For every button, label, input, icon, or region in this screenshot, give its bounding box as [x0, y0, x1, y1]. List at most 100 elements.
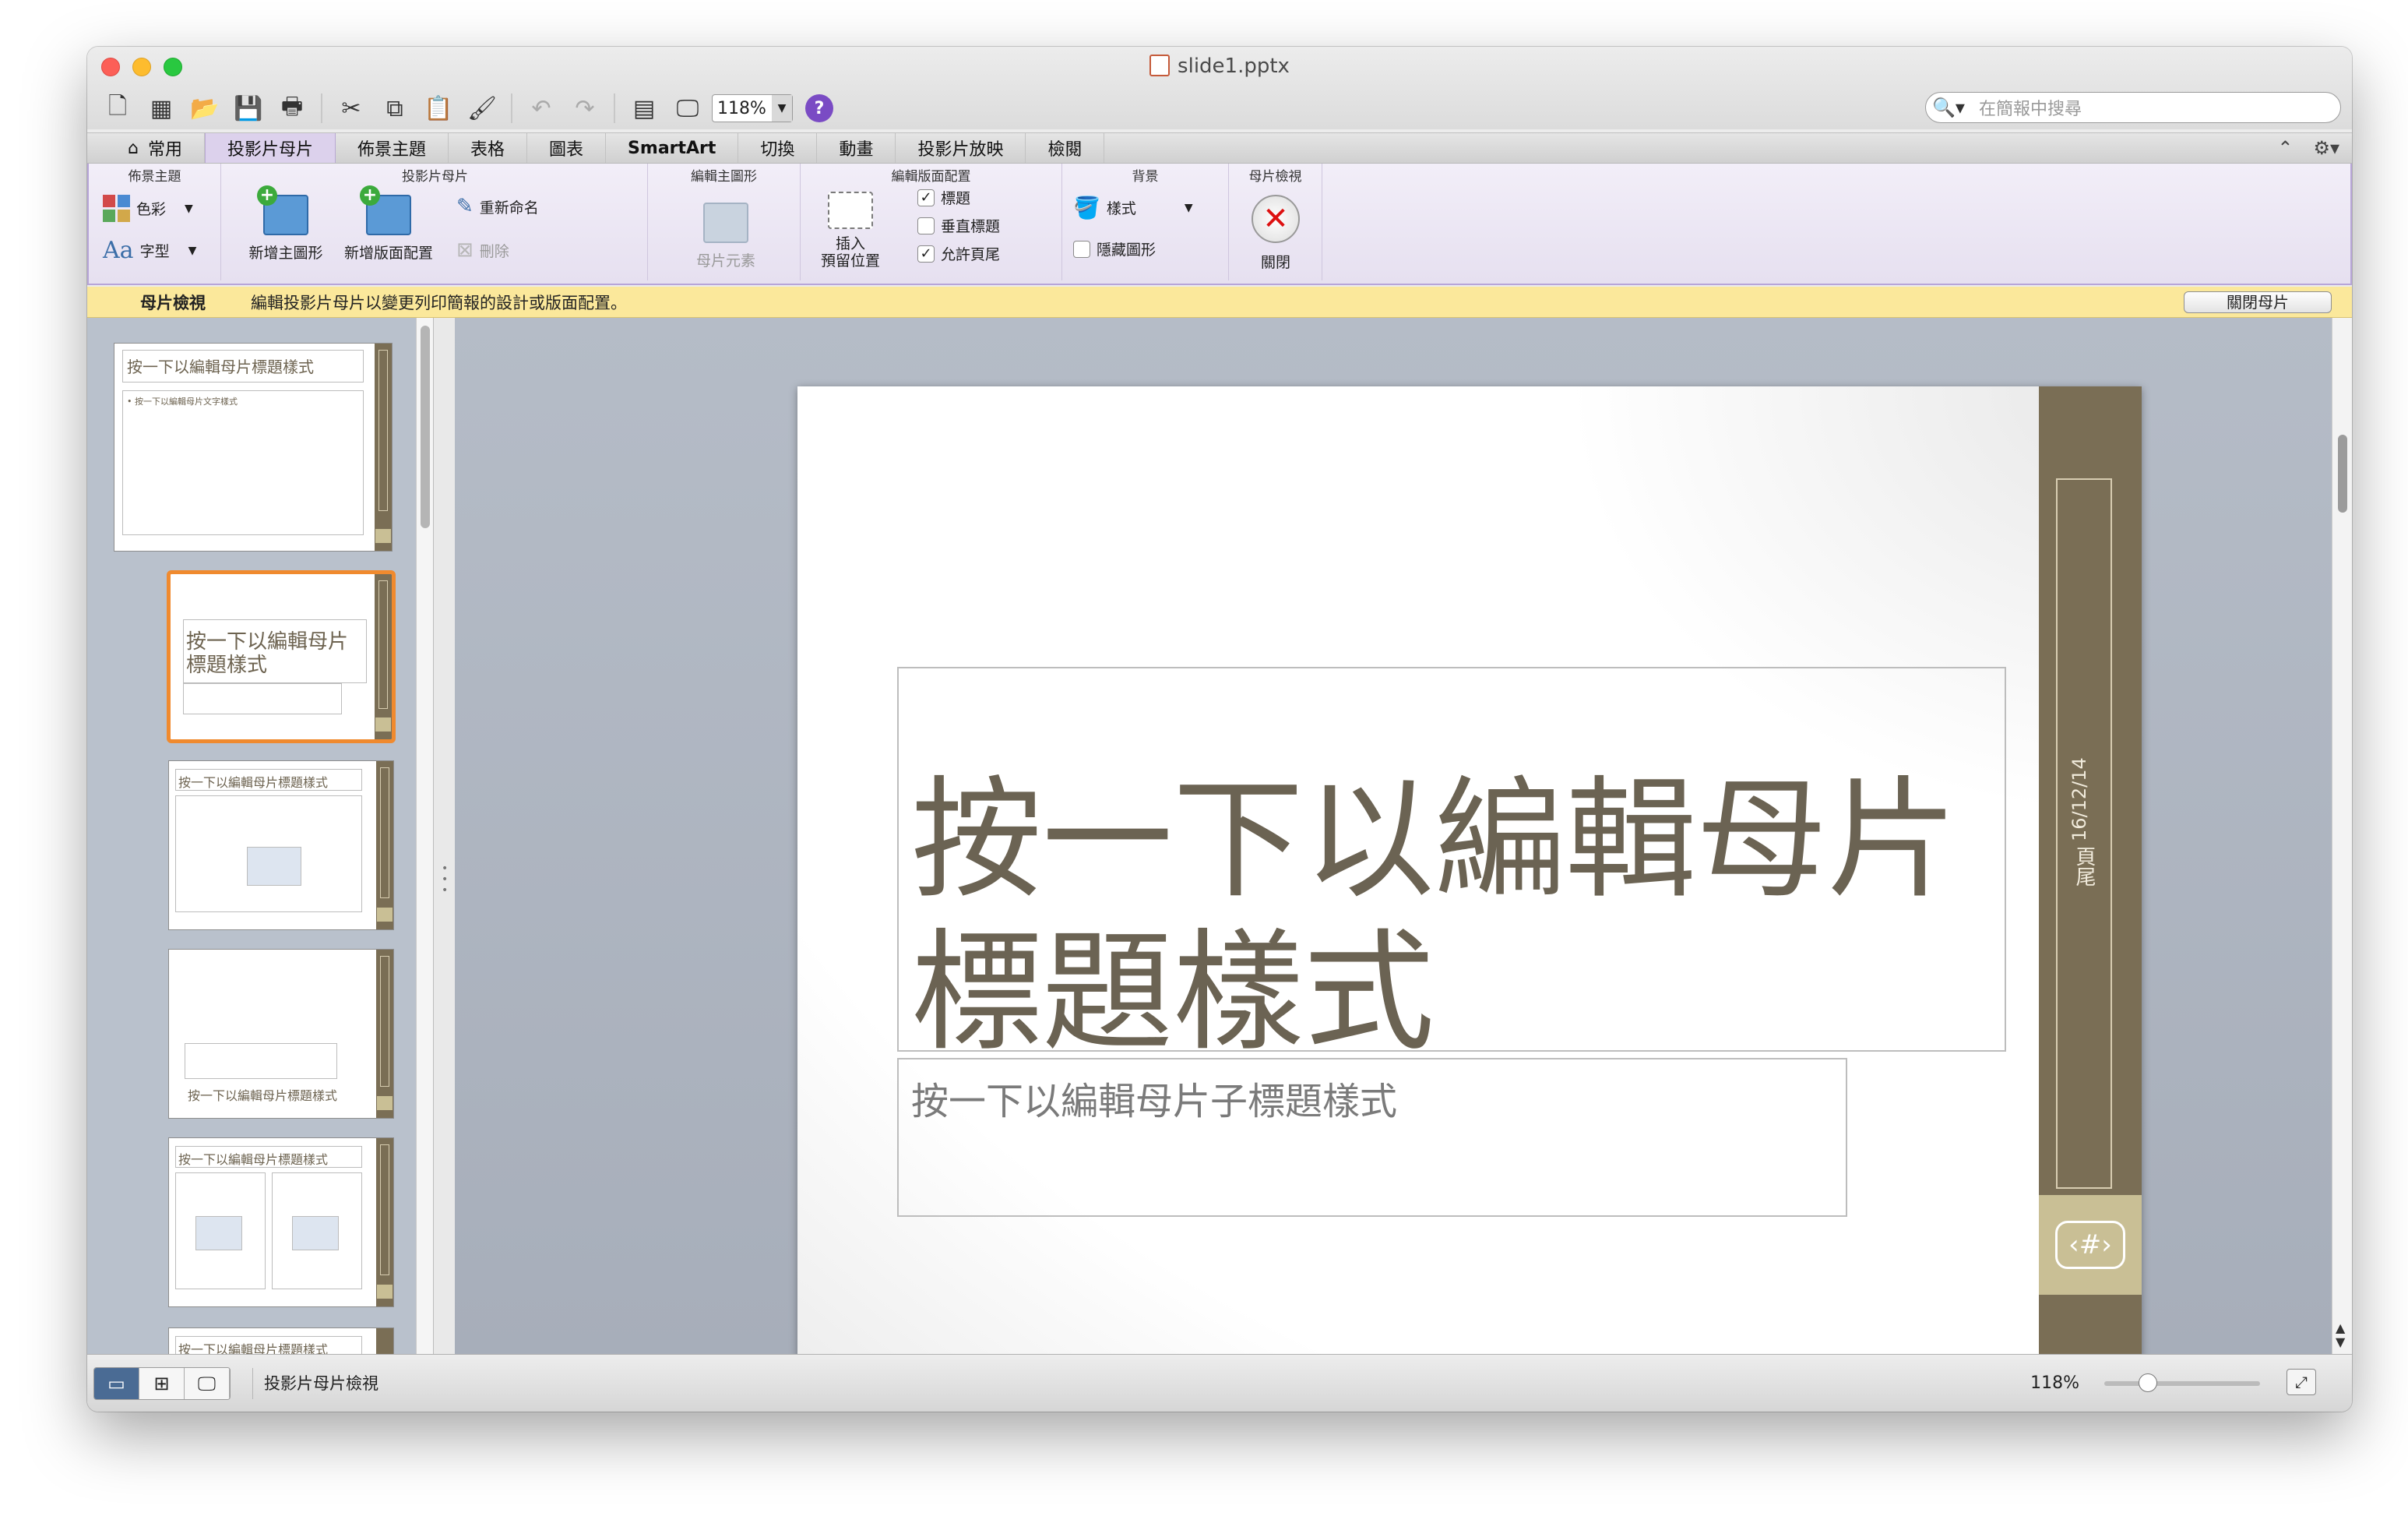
ribbon-group-background: 背景 🪣 樣式 ▼ 隱藏圖形	[1062, 164, 1229, 280]
print-icon[interactable]: 🖶	[273, 90, 312, 126]
footer-placeholder[interactable]: 頁尾	[2070, 846, 2099, 887]
new-icon[interactable]: 🗋	[98, 90, 137, 126]
thumbnail-slide-master[interactable]: 按一下以編輯母片標題樣式 • 按一下以編輯母片文字樣式	[114, 343, 393, 552]
page-navigation-icon[interactable]: ▲ ▼	[2336, 1321, 2345, 1349]
slide-accent-band: 16/12/14 頁尾 ‹#›	[2039, 386, 2142, 1396]
close-master-button[interactable]: 關閉母片	[2184, 291, 2332, 313]
tab-tables[interactable]: 表格	[449, 133, 528, 163]
search-icon: 🔍▾	[1932, 97, 1965, 118]
normal-view-icon[interactable]: ▭	[94, 1367, 139, 1399]
master-elements-button[interactable]: 母片元素	[679, 203, 773, 270]
slide-canvas: 按一下以編輯母片標題樣式 按一下以編輯母片子標題樣式 16/12/14 頁尾 ‹…	[455, 318, 2352, 1396]
view-switcher: ▭ ⊞ 🖵	[93, 1366, 231, 1400]
delete-button[interactable]: ⊠ 刪除	[456, 238, 509, 262]
toolbar-divider	[614, 93, 615, 123]
tab-slide-show[interactable]: 投影片放映	[896, 133, 1026, 163]
insert-placeholder-button[interactable]: 插入 預留位置	[811, 192, 889, 270]
ribbon-controls: ⌃ ⚙▾	[2277, 133, 2352, 163]
tab-slide-master[interactable]: 投影片母片	[204, 133, 336, 163]
zoom-select[interactable]: 118% ▼	[712, 94, 793, 122]
chevron-down-icon: ▼	[185, 202, 193, 215]
format-painter-icon[interactable]: 🖌	[463, 90, 502, 126]
search-field[interactable]: 🔍▾ 在簡報中搜尋	[1925, 92, 2341, 123]
view-label: 投影片母片檢視	[252, 1367, 378, 1399]
thumbnail-accent-band	[375, 574, 392, 739]
checkmark-icon: ✓	[917, 189, 935, 206]
tab-smartart[interactable]: SmartArt	[606, 133, 739, 163]
thumbnail-accent-band	[376, 1138, 393, 1306]
pptx-document-icon	[1149, 55, 1171, 76]
standard-toolbar: 🗋 ▦ 📂 💾 🖶 ✂ ⧉ 📋 🖌 ↶ ↷ ▤ 🖵 118% ▼ ? 🔍▾ 在簡報…	[98, 87, 2341, 129]
collapse-ribbon-icon[interactable]: ⌃	[2277, 137, 2293, 159]
paint-bucket-icon: 🪣	[1073, 195, 1100, 220]
copy-icon[interactable]: ⧉	[375, 90, 414, 126]
tab-charts[interactable]: 圖表	[527, 133, 607, 163]
tab-transitions[interactable]: 切換	[738, 133, 818, 163]
slide-number-placeholder[interactable]: ‹#›	[2039, 1195, 2142, 1295]
thumbnail-accent-band	[375, 344, 392, 551]
new-master-button[interactable]: 新增主圖形	[243, 185, 329, 263]
hide-graphics-checkbox[interactable]: 隱藏圖形	[1073, 238, 1156, 259]
thumbnail-accent-band	[376, 950, 393, 1118]
slideshow-view-icon[interactable]: 🖵	[185, 1367, 230, 1399]
fit-to-window-icon[interactable]: ⤢	[2287, 1369, 2316, 1395]
footers-checkbox[interactable]: ✓ 允許頁尾	[917, 243, 1000, 264]
toolbar-divider	[511, 93, 512, 123]
ribbon-group-master-view: 母片檢視 ✕ 關閉	[1229, 164, 1322, 280]
ribbon-group-edit-layout: 編輯版面配置 插入 預留位置 ✓ 標題 垂直標題 ✓ 允許頁尾	[801, 164, 1062, 280]
gallery-icon[interactable]: ▦	[142, 90, 181, 126]
slide-master-layout[interactable]: 按一下以編輯母片標題樣式 按一下以編輯母片子標題樣式 16/12/14 頁尾 ‹…	[797, 386, 2142, 1396]
theme-colors-button[interactable]: 色彩 ▼	[103, 195, 193, 222]
new-layout-icon	[360, 185, 411, 235]
pane-splitter[interactable]: • • •	[433, 318, 455, 1354]
toolbar-divider	[321, 93, 322, 123]
rename-button[interactable]: ✎ 重新命名	[456, 195, 539, 218]
chevron-down-icon: ▼	[1184, 201, 1193, 214]
theme-fonts-button[interactable]: Aa 字型 ▼	[103, 237, 196, 264]
zoom-level: 118%	[2030, 1373, 2079, 1393]
thumbnail-scrollbar[interactable]	[416, 318, 433, 1354]
ribbon: 佈景主題 色彩▼ Aa 字型▼ 投影片母片 新增主圖形 新增版面配置 ✎重新命名	[87, 164, 2352, 285]
tab-home[interactable]: ⌂ 常用	[106, 133, 205, 163]
font-icon: Aa	[103, 237, 134, 264]
save-icon[interactable]: 💾	[229, 90, 268, 126]
ribbon-tabs: ⌂ 常用 投影片母片 佈景主題 表格 圖表 SmartArt 切換 動畫 投影片放…	[87, 132, 2352, 164]
undo-icon[interactable]: ↶	[522, 90, 561, 126]
zoom-slider[interactable]	[2104, 1373, 2260, 1392]
app-window: slide1.pptx 🗋 ▦ 📂 💾 🖶 ✂ ⧉ 📋 🖌 ↶ ↷ ▤ 🖵 11…	[87, 47, 2352, 1412]
scroll-thumb[interactable]	[2338, 435, 2347, 513]
paste-icon[interactable]: 📋	[419, 90, 458, 126]
tab-animations[interactable]: 動畫	[817, 133, 896, 163]
show-icon[interactable]: 🖵	[668, 90, 707, 126]
thumbnail-layout-title-content[interactable]: 按一下以編輯母片標題樣式	[168, 760, 394, 930]
cut-icon[interactable]: ✂	[332, 90, 371, 126]
redo-icon[interactable]: ↷	[565, 90, 604, 126]
status-bar: ▭ ⊞ 🖵 投影片母片檢視 118% ⤢	[87, 1354, 2352, 1412]
checkmark-icon: ✓	[917, 245, 935, 263]
tab-review[interactable]: 檢閱	[1026, 133, 1105, 163]
thumbnail-layout-two-content[interactable]: 按一下以編輯母片標題樣式	[168, 1137, 394, 1307]
slide-sorter-icon[interactable]: ▤	[625, 90, 664, 126]
color-swatch-icon	[103, 195, 130, 222]
date-placeholder[interactable]: 16/12/14	[2068, 749, 2100, 850]
title-placeholder-text: 按一下以編輯母片標題樣式	[911, 763, 1958, 1069]
chevron-down-icon: ▼	[772, 95, 792, 122]
gear-icon[interactable]: ⚙▾	[2313, 137, 2339, 159]
help-icon[interactable]: ?	[805, 94, 833, 122]
background-styles-button[interactable]: 🪣 樣式 ▼	[1073, 195, 1193, 220]
tab-themes[interactable]: 佈景主題	[336, 133, 449, 163]
scroll-thumb[interactable]	[421, 326, 430, 528]
zoom-slider-knob[interactable]	[2139, 1373, 2157, 1392]
thumbnail-accent-band	[376, 761, 393, 929]
master-view-message-bar: 母片檢視 編輯投影片母片以變更列印簡報的設計或版面配置。 關閉母片	[87, 287, 2352, 318]
close-master-view-button[interactable]: ✕ 關閉	[1229, 195, 1322, 272]
open-icon[interactable]: 📂	[185, 90, 224, 126]
vertical-title-checkbox[interactable]: 垂直標題	[917, 215, 1000, 236]
new-layout-button[interactable]: 新增版面配置	[338, 185, 439, 263]
thumbnail-layout-title[interactable]: 按一下以編輯母片標題樣式	[167, 570, 396, 743]
canvas-scrollbar[interactable]: ▲ ▼	[2332, 318, 2352, 1354]
thumbnail-layout-section-header[interactable]: 按一下以編輯母片標題樣式	[168, 949, 394, 1119]
sorter-view-icon[interactable]: ⊞	[139, 1367, 185, 1399]
rename-icon: ✎	[456, 195, 474, 218]
title-checkbox[interactable]: ✓ 標題	[917, 187, 970, 208]
